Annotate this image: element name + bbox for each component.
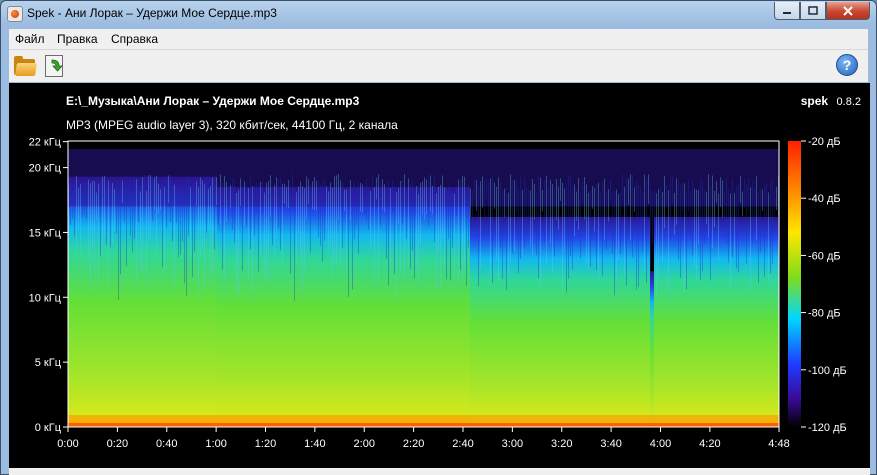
x-tick-label: 3:20 <box>551 438 572 450</box>
db-tick-label: -20 дБ <box>808 136 841 148</box>
y-tick-label: 22 кГц <box>29 137 62 149</box>
db-tick-label: -40 дБ <box>808 193 841 205</box>
x-tick-label: 3:00 <box>502 438 523 450</box>
x-tick-label: 0:40 <box>156 438 177 450</box>
y-tick-label: 10 кГц <box>29 292 62 304</box>
db-color-scale <box>788 141 801 427</box>
status-bar <box>9 468 870 475</box>
maximize-button[interactable] <box>800 2 826 20</box>
close-button[interactable] <box>826 2 870 20</box>
y-tick-label: 20 кГц <box>29 163 62 175</box>
menu-file[interactable]: Файл <box>15 32 45 46</box>
db-tick-label: -100 дБ <box>808 365 847 377</box>
menu-edit[interactable]: Правка <box>57 32 98 46</box>
x-tick-label: 0:00 <box>57 438 78 450</box>
spectrogram-area <box>68 149 779 427</box>
spek-app-icon <box>7 6 23 22</box>
x-tick-label: 1:00 <box>205 438 226 450</box>
x-tick-label: 1:20 <box>255 438 276 450</box>
app-version: 0.8.2 <box>837 96 861 108</box>
toolbar: ? <box>9 50 868 82</box>
minimize-button[interactable] <box>774 2 800 20</box>
x-tick-label: 1:40 <box>304 438 325 450</box>
x-tick-label: 2:00 <box>354 438 375 450</box>
minimize-icon <box>783 11 791 14</box>
app-name: spek <box>801 94 829 108</box>
file-path: E:\_Музыка\Ани Лорак – Удержи Мое Сердце… <box>66 94 360 108</box>
x-tick-label: 4:00 <box>650 438 671 450</box>
app-window: Spek - Ани Лорак – Удержи Мое Сердце.mp3… <box>0 0 877 475</box>
x-tick-label: 4:48 <box>768 438 789 450</box>
x-tick-label: 0:20 <box>107 438 128 450</box>
close-icon <box>843 5 853 16</box>
spectrogram-panel: E:\_Музыка\Ани Лорак – Удержи Мое Сердце… <box>9 83 870 468</box>
window-title: Spek - Ани Лорак – Удержи Мое Сердце.mp3 <box>27 6 277 20</box>
y-tick-label: 15 кГц <box>29 227 62 239</box>
title-bar[interactable]: Spek - Ани Лорак – Удержи Мое Сердце.mp3 <box>1 1 876 27</box>
spectrogram: E:\_Музыка\Ани Лорак – Удержи Мое Сердце… <box>29 92 861 450</box>
y-tick-label: 5 кГц <box>35 357 62 369</box>
menu-help[interactable]: Справка <box>111 32 158 46</box>
db-tick-label: -80 дБ <box>808 308 841 320</box>
menu-bar: Файл Правка Справка <box>9 29 868 50</box>
x-tick-label: 2:20 <box>403 438 424 450</box>
svg-text:spek 0.8.2: spek 0.8.2 <box>801 92 861 109</box>
folder-open-icon[interactable] <box>13 54 37 78</box>
x-tick-label: 3:40 <box>600 438 621 450</box>
x-tick-label: 4:20 <box>699 438 720 450</box>
db-tick-label: -120 дБ <box>808 422 847 434</box>
db-tick-label: -60 дБ <box>808 250 841 262</box>
save-icon[interactable] <box>43 54 67 78</box>
file-info: MP3 (MPEG audio layer 3), 320 кбит/сек, … <box>66 118 398 132</box>
help-icon[interactable]: ? <box>836 54 858 76</box>
y-tick-label: 0 кГц <box>35 422 62 434</box>
x-tick-label: 2:40 <box>452 438 473 450</box>
maximize-icon <box>808 5 818 15</box>
